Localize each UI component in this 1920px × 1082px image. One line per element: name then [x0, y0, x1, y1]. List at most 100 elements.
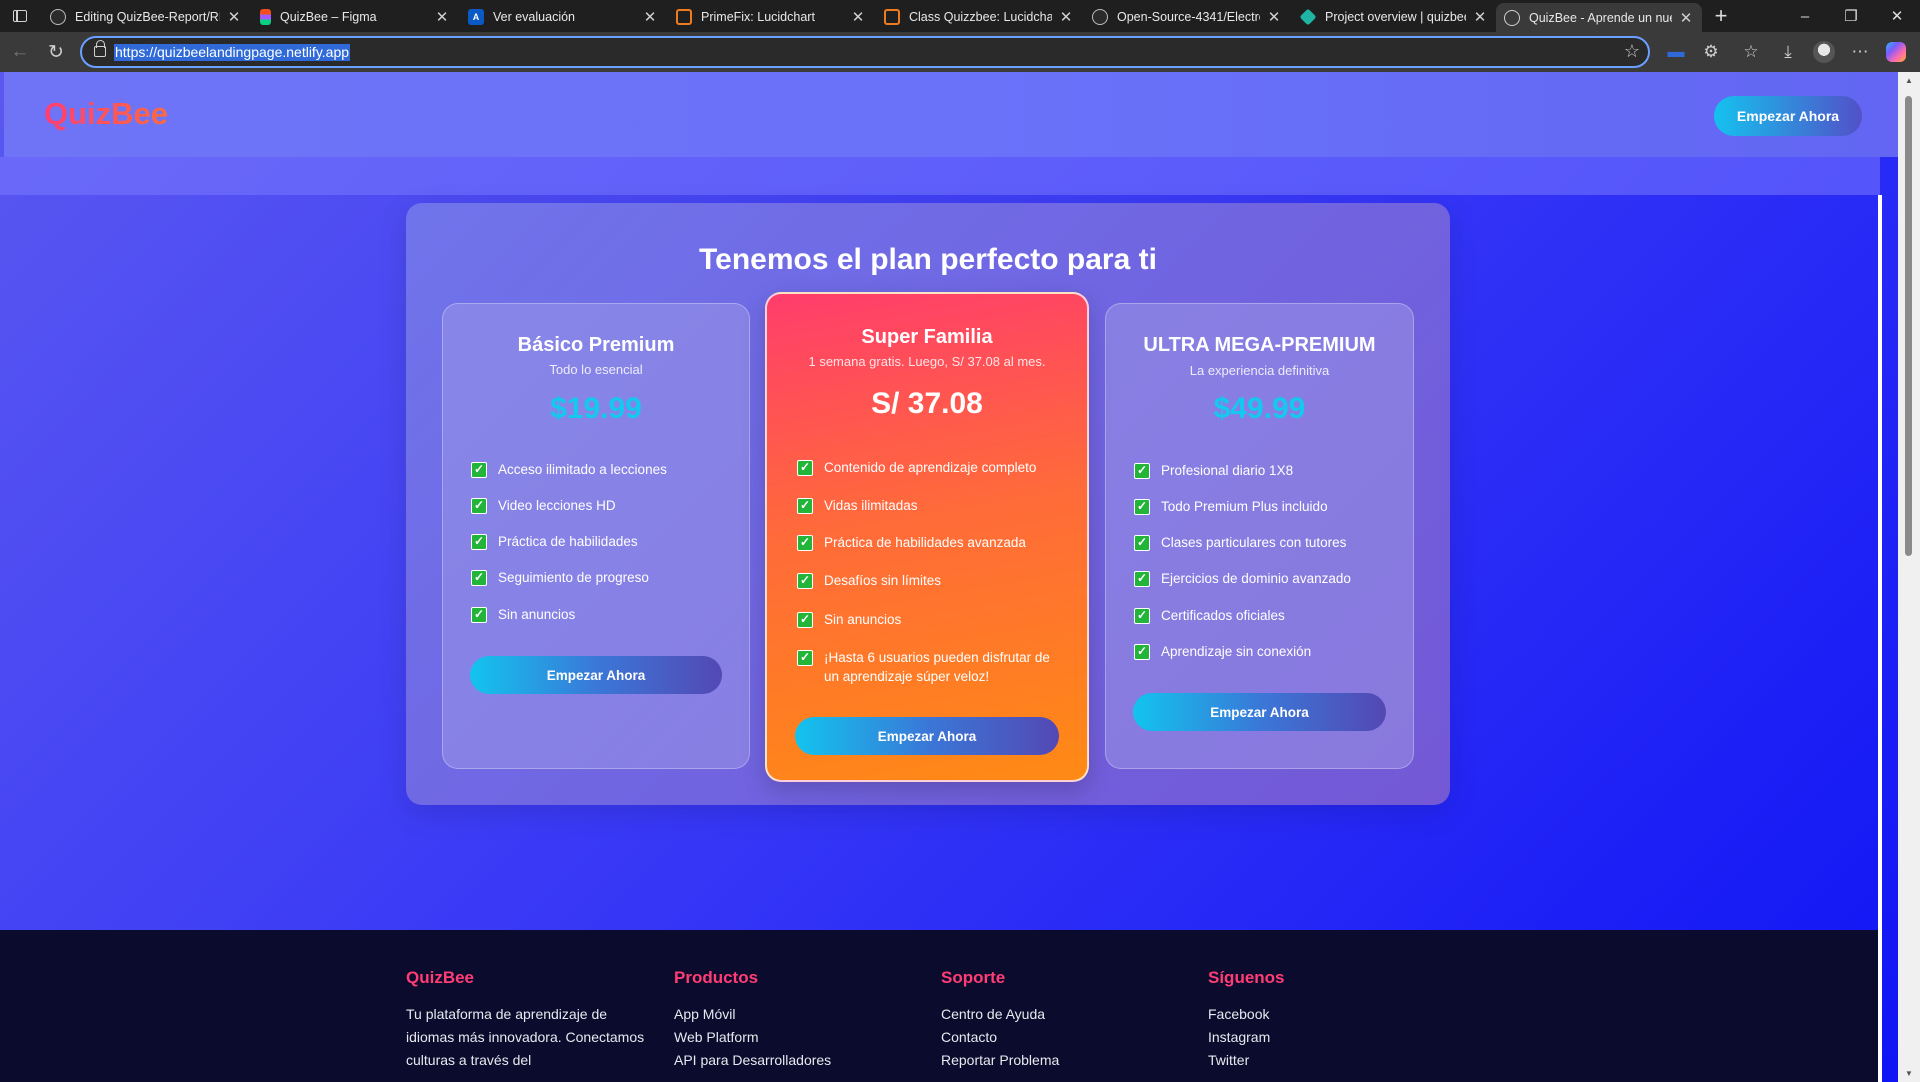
tab-actions-icon — [13, 10, 27, 22]
checkmark-icon: ✓ — [1134, 571, 1150, 587]
checkmark-icon: ✓ — [797, 460, 813, 476]
feature-item: ✓ Sin anuncios — [797, 610, 1061, 629]
tab-ver-evaluacion[interactable]: A Ver evaluación ✕ — [460, 3, 666, 30]
new-tab-button[interactable]: + — [1708, 4, 1734, 30]
feature-item: ✓ Seguimiento de progreso — [471, 568, 729, 587]
feature-text: Práctica de habilidades avanzada — [824, 535, 1026, 550]
page-scrollbar[interactable]: ▲ ▼ — [1898, 72, 1920, 1082]
back-button[interactable]: ← — [7, 39, 33, 65]
feature-text: Contenido de aprendizaje completo — [824, 460, 1037, 475]
tab-editing-quizbee-report[interactable]: Editing QuizBee-Report/RE ✕ — [42, 3, 250, 30]
tab-label: Class Quizzbee: Lucidchart — [909, 9, 1052, 24]
header-cta-button[interactable]: Empezar Ahora — [1714, 96, 1862, 136]
favorite-star-icon[interactable]: ☆ — [1624, 41, 1640, 62]
close-window-button[interactable]: ✕ — [1874, 0, 1920, 32]
close-tab-icon[interactable]: ✕ — [1472, 8, 1488, 26]
footer-link[interactable]: Twitter — [1208, 1049, 1448, 1072]
footer-link[interactable]: Web Platform — [674, 1026, 914, 1049]
checkmark-icon: ✓ — [1134, 608, 1150, 624]
globe-icon — [1504, 9, 1520, 26]
close-tab-icon[interactable]: ✕ — [1266, 8, 1282, 26]
site-header: QuizBee Empezar Ahora — [4, 72, 1910, 157]
plan-name: Super Familia — [861, 326, 993, 348]
feature-text: Acceso ilimitado a lecciones — [498, 462, 667, 477]
tab-actions-menu-button[interactable] — [4, 3, 36, 29]
feature-text: Todo Premium Plus incluido — [1161, 499, 1328, 514]
plan-cta-button[interactable]: Empezar Ahora — [795, 717, 1059, 755]
footer-heading: QuizBee — [406, 968, 475, 987]
tab-project-overview[interactable]: Project overview | quizbeela ✕ — [1292, 3, 1496, 30]
url-text[interactable]: https://quizbeelandingpage.netlify.app — [114, 44, 351, 61]
footer-heading: Productos — [674, 968, 759, 987]
netlify-icon — [1299, 8, 1317, 25]
footer-link[interactable]: App Móvil — [674, 1003, 914, 1026]
feature-text: Sin anuncios — [498, 607, 576, 622]
tab-quizbee-active[interactable]: QuizBee - Aprende un nuev ✕ — [1496, 3, 1702, 32]
lock-icon[interactable] — [94, 40, 106, 57]
footer-link[interactable]: Reportar Problema — [941, 1049, 1181, 1072]
github-icon — [1092, 8, 1108, 25]
feature-item: ✓ Certificados oficiales — [1134, 606, 1393, 625]
footer-link[interactable]: Contacto — [941, 1026, 1181, 1049]
extensions-puzzle-icon[interactable]: ⚙ — [1697, 38, 1725, 66]
plan-subtitle: La experiencia definitiva — [1189, 363, 1330, 378]
lucidchart-icon — [884, 8, 900, 25]
minimize-button[interactable]: – — [1782, 0, 1828, 32]
feature-item: ✓ Sin anuncios — [471, 605, 729, 624]
profile-avatar[interactable] — [1810, 38, 1838, 66]
feature-item: ✓ Práctica de habilidades avanzada — [797, 533, 1061, 552]
tab-quizbee-figma[interactable]: QuizBee – Figma ✕ — [252, 3, 458, 30]
checkmark-icon: ✓ — [797, 573, 813, 589]
copilot-icon[interactable] — [1882, 38, 1910, 66]
restore-button[interactable]: ❐ — [1828, 0, 1874, 32]
checkmark-icon: ✓ — [471, 570, 487, 586]
close-tab-icon[interactable]: ✕ — [1058, 8, 1074, 26]
feature-item: ✓ Ejercicios de dominio avanzado — [1134, 569, 1393, 588]
downloads-icon[interactable]: ⤓ — [1774, 38, 1802, 66]
footer-link[interactable]: Centro de Ayuda — [941, 1003, 1181, 1026]
close-tab-icon[interactable]: ✕ — [226, 8, 242, 26]
checkmark-icon: ✓ — [471, 462, 487, 478]
address-bar[interactable]: https://quizbeelandingpage.netlify.app ☆ — [80, 36, 1650, 68]
plan-cta-button[interactable]: Empezar Ahora — [470, 656, 722, 694]
scroll-up-arrow[interactable]: ▲ — [1903, 76, 1915, 85]
scroll-down-arrow[interactable]: ▼ — [1903, 1069, 1915, 1078]
plan-price: $49.99 — [1213, 392, 1306, 425]
favorites-icon[interactable]: ☆ — [1737, 38, 1765, 66]
footer-link[interactable]: Instagram — [1208, 1026, 1448, 1049]
refresh-button[interactable]: ↻ — [43, 39, 69, 65]
pricing-section: Tenemos el plan perfecto para ti Básico … — [406, 203, 1450, 805]
feature-item: ✓ Acceso ilimitado a lecciones — [471, 460, 729, 479]
footer-col-brand: QuizBee Tu plataforma de aprendizaje de … — [406, 968, 646, 1072]
checkmark-icon: ✓ — [471, 607, 487, 623]
close-tab-icon[interactable]: ✕ — [434, 8, 450, 26]
close-tab-icon[interactable]: ✕ — [850, 8, 866, 26]
tab-primefix-lucidchart[interactable]: PrimeFix: Lucidchart ✕ — [668, 3, 874, 30]
checkmark-icon: ✓ — [797, 535, 813, 551]
feature-item: ✓ Vidas ilimitadas — [797, 496, 1061, 515]
feature-text: ¡Hasta 6 usuarios pueden disfrutar de un… — [824, 650, 1050, 684]
plan-subtitle: 1 semana gratis. Luego, S/ 37.08 al mes. — [808, 354, 1046, 369]
scrollbar-thumb[interactable] — [1905, 96, 1912, 556]
footer-link[interactable]: API para Desarrolladores — [674, 1049, 914, 1072]
feature-item: ✓ Todo Premium Plus incluido — [1134, 497, 1393, 516]
close-tab-icon[interactable]: ✕ — [642, 8, 658, 26]
checkmark-icon: ✓ — [1134, 644, 1150, 660]
extension-icon[interactable]: ▬ — [1662, 38, 1690, 66]
feature-item: ✓ Desafíos sin límites — [797, 571, 1061, 590]
site-logo[interactable]: QuizBee — [44, 96, 168, 132]
plan-price: S/ 37.08 — [871, 387, 983, 420]
tab-label: Open-Source-4341/Electro — [1117, 9, 1260, 24]
feature-text: Certificados oficiales — [1161, 608, 1285, 623]
footer-col-products: Productos App Móvil Web Platform API par… — [674, 968, 914, 1072]
plan-cta-button[interactable]: Empezar Ahora — [1133, 693, 1386, 731]
footer-link[interactable]: Facebook — [1208, 1003, 1448, 1026]
more-menu-icon[interactable]: ⋯ — [1846, 38, 1874, 66]
feature-text: Desafíos sin límites — [824, 573, 942, 588]
tab-label: Editing QuizBee-Report/RE — [75, 9, 220, 24]
header-band — [0, 157, 1880, 195]
tab-class-quizzbee-lucidchart[interactable]: Class Quizzbee: Lucidchart ✕ — [876, 3, 1082, 30]
checkmark-icon: ✓ — [471, 534, 487, 550]
close-tab-icon[interactable]: ✕ — [1678, 9, 1694, 27]
tab-open-source-electro[interactable]: Open-Source-4341/Electro ✕ — [1084, 3, 1290, 30]
